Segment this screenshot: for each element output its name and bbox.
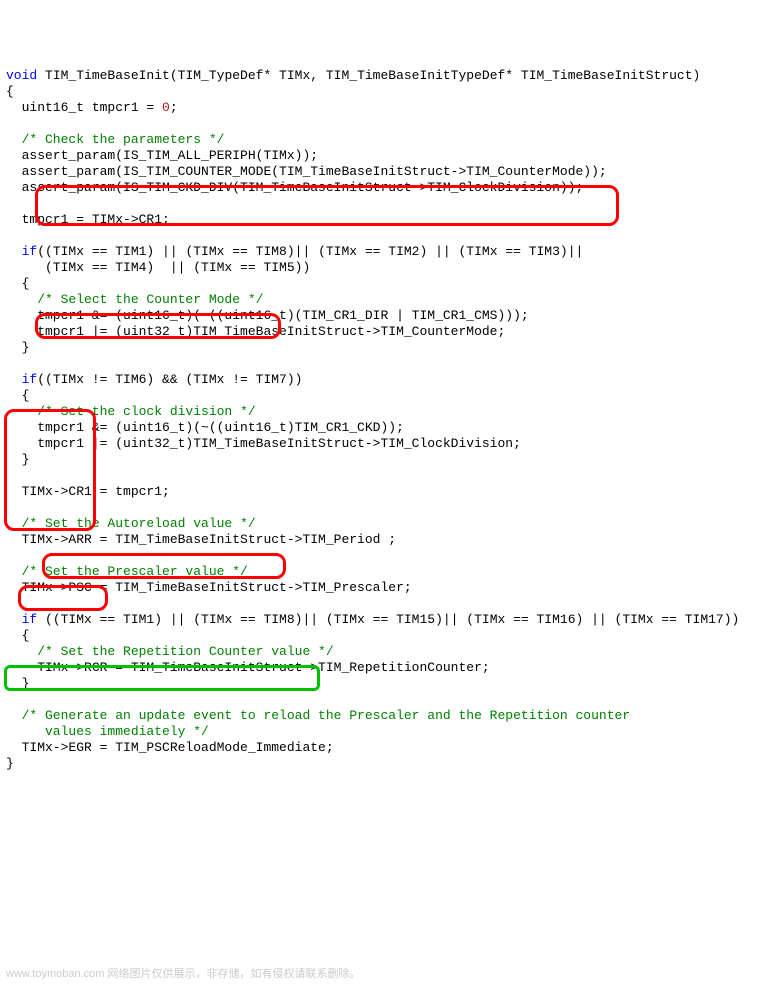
watermark-text: www.toymoban.com 网络图片仅供展示，非存储，如有侵权请联系删除。 <box>6 966 360 982</box>
code-text: } <box>6 452 29 467</box>
code-comment: /* Set the Prescaler value */ <box>6 564 248 579</box>
code-text: tmpcr1 = TIMx->CR1; <box>6 212 170 227</box>
code-text: assert_param(IS_TIM_COUNTER_MODE(TIM_Tim… <box>6 164 607 179</box>
code-text: ((TIMx == TIM1) || (TIMx == TIM8)|| (TIM… <box>37 612 739 627</box>
code-comment: /* Check the parameters */ <box>6 132 224 147</box>
code-keyword: void <box>6 68 37 83</box>
code-text: } <box>6 676 29 691</box>
code-text: ; <box>170 100 178 115</box>
code-text: tmpcr1 |= (uint32_t)TIM_TimeBaseInitStru… <box>6 324 505 339</box>
code-text: TIMx->PSC = TIM_TimeBaseInitStruct->TIM_… <box>6 580 412 595</box>
code-text: ((TIMx == TIM1) || (TIMx == TIM8)|| (TIM… <box>37 244 583 259</box>
code-text: uint16_t tmpcr1 = <box>6 100 162 115</box>
code-text: { <box>6 276 29 291</box>
code-text: { <box>6 388 29 403</box>
code-text: assert_param(IS_TIM_ALL_PERIPH(TIMx)); <box>6 148 318 163</box>
code-text: assert_param(IS_TIM_CKD_DIV(TIM_TimeBase… <box>6 180 583 195</box>
code-comment: /* Set the Repetition Counter value */ <box>6 644 334 659</box>
code-comment: /* Set the clock division */ <box>6 404 256 419</box>
code-text: } <box>6 340 29 355</box>
code-text: { <box>6 84 14 99</box>
code-text: TIMx->RCR = TIM_TimeBaseInitStruct->TIM_… <box>6 660 490 675</box>
code-text: } <box>6 756 14 771</box>
code-text: { <box>6 628 29 643</box>
code-comment: /* Generate an update event to reload th… <box>6 708 630 723</box>
code-text: (TIMx == TIM4) || (TIMx == TIM5)) <box>6 260 310 275</box>
code-comment: /* Set the Autoreload value */ <box>6 516 256 531</box>
code-keyword: if <box>6 372 37 387</box>
code-text: TIM_TimeBaseInit(TIM_TypeDef* TIMx, TIM_… <box>37 68 700 83</box>
code-text: TIMx->ARR = TIM_TimeBaseInitStruct->TIM_… <box>6 532 396 547</box>
code-text: TIMx->CR1 = tmpcr1; <box>6 484 170 499</box>
code-number: 0 <box>162 100 170 115</box>
code-text: tmpcr1 &= (uint16_t)(~((uint16_t)(TIM_CR… <box>6 308 529 323</box>
code-text: ((TIMx != TIM6) && (TIMx != TIM7)) <box>37 372 302 387</box>
code-comment: /* Select the Counter Mode */ <box>6 292 263 307</box>
code-text: tmpcr1 &= (uint16_t)(~((uint16_t)TIM_CR1… <box>6 420 404 435</box>
code-keyword: if <box>6 612 37 627</box>
code-text: TIMx->EGR = TIM_PSCReloadMode_Immediate; <box>6 740 334 755</box>
code-text: tmpcr1 |= (uint32_t)TIM_TimeBaseInitStru… <box>6 436 521 451</box>
code-comment: values immediately */ <box>6 724 209 739</box>
code-keyword: if <box>6 244 37 259</box>
